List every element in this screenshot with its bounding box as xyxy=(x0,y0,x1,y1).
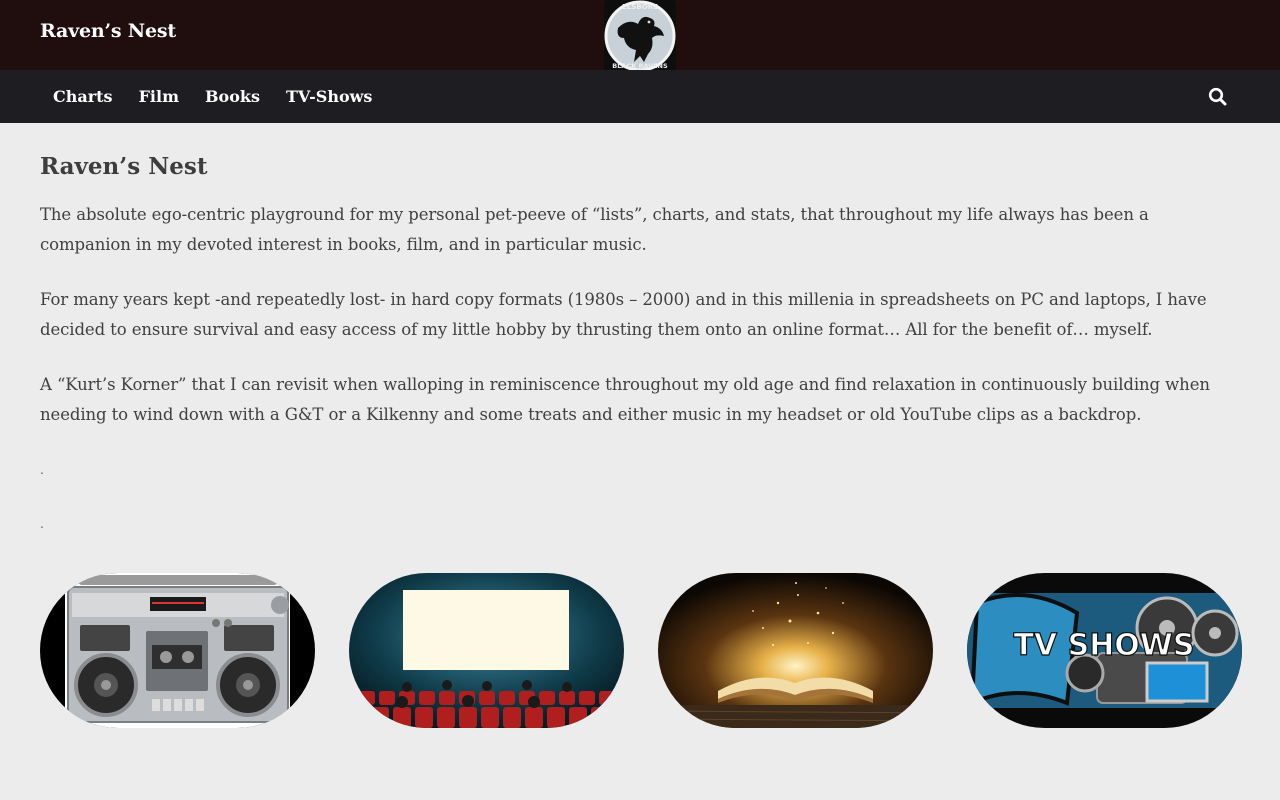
nav-item-tv-shows[interactable]: TV-Shows xyxy=(273,87,385,106)
intro-paragraph-3: A “Kurt’s Korner” that I can revisit whe… xyxy=(40,375,1210,424)
books-tile[interactable] xyxy=(658,573,933,728)
nav-item-books[interactable]: Books xyxy=(192,87,273,106)
spacer-dot: . xyxy=(40,517,44,531)
main-content: Raven’s Nest The absolute ego-centric pl… xyxy=(0,123,1280,539)
tv-shows-title: TV SHOWS xyxy=(1013,628,1194,663)
nav-item-film[interactable]: Film xyxy=(126,87,192,106)
cinema-image xyxy=(349,573,624,728)
tv-shows-tile[interactable]: TV SHOWS xyxy=(967,573,1242,728)
nav-item-charts[interactable]: Charts xyxy=(40,87,126,106)
page-title: Raven’s Nest xyxy=(40,153,208,180)
logo-top-text: ELSBORE xyxy=(622,3,658,11)
intro-paragraph-2: For many years kept -and repeatedly lost… xyxy=(40,290,1207,339)
site-title[interactable]: Raven’s Nest xyxy=(40,20,176,42)
glowing-book-image xyxy=(658,573,933,728)
main-nav: Charts Film Books TV-Shows xyxy=(0,70,1280,123)
raven-logo[interactable]: ELSBORE BLACK RAVENS xyxy=(604,0,676,70)
film-tile[interactable] xyxy=(349,573,624,728)
category-tiles: TV SHOWS xyxy=(40,573,1242,728)
charts-tile[interactable] xyxy=(40,573,315,728)
search-icon[interactable] xyxy=(1208,87,1228,107)
intro-paragraph-1: The absolute ego-centric playground for … xyxy=(40,205,1149,254)
tv-shows-image: TV SHOWS xyxy=(967,573,1242,728)
spacer-dot: . xyxy=(40,463,44,477)
site-header: Raven’s Nest ELSBORE BLACK RAVENS xyxy=(0,0,1280,70)
logo-bottom-text: BLACK RAVENS xyxy=(612,62,668,70)
boombox-image xyxy=(40,573,315,728)
